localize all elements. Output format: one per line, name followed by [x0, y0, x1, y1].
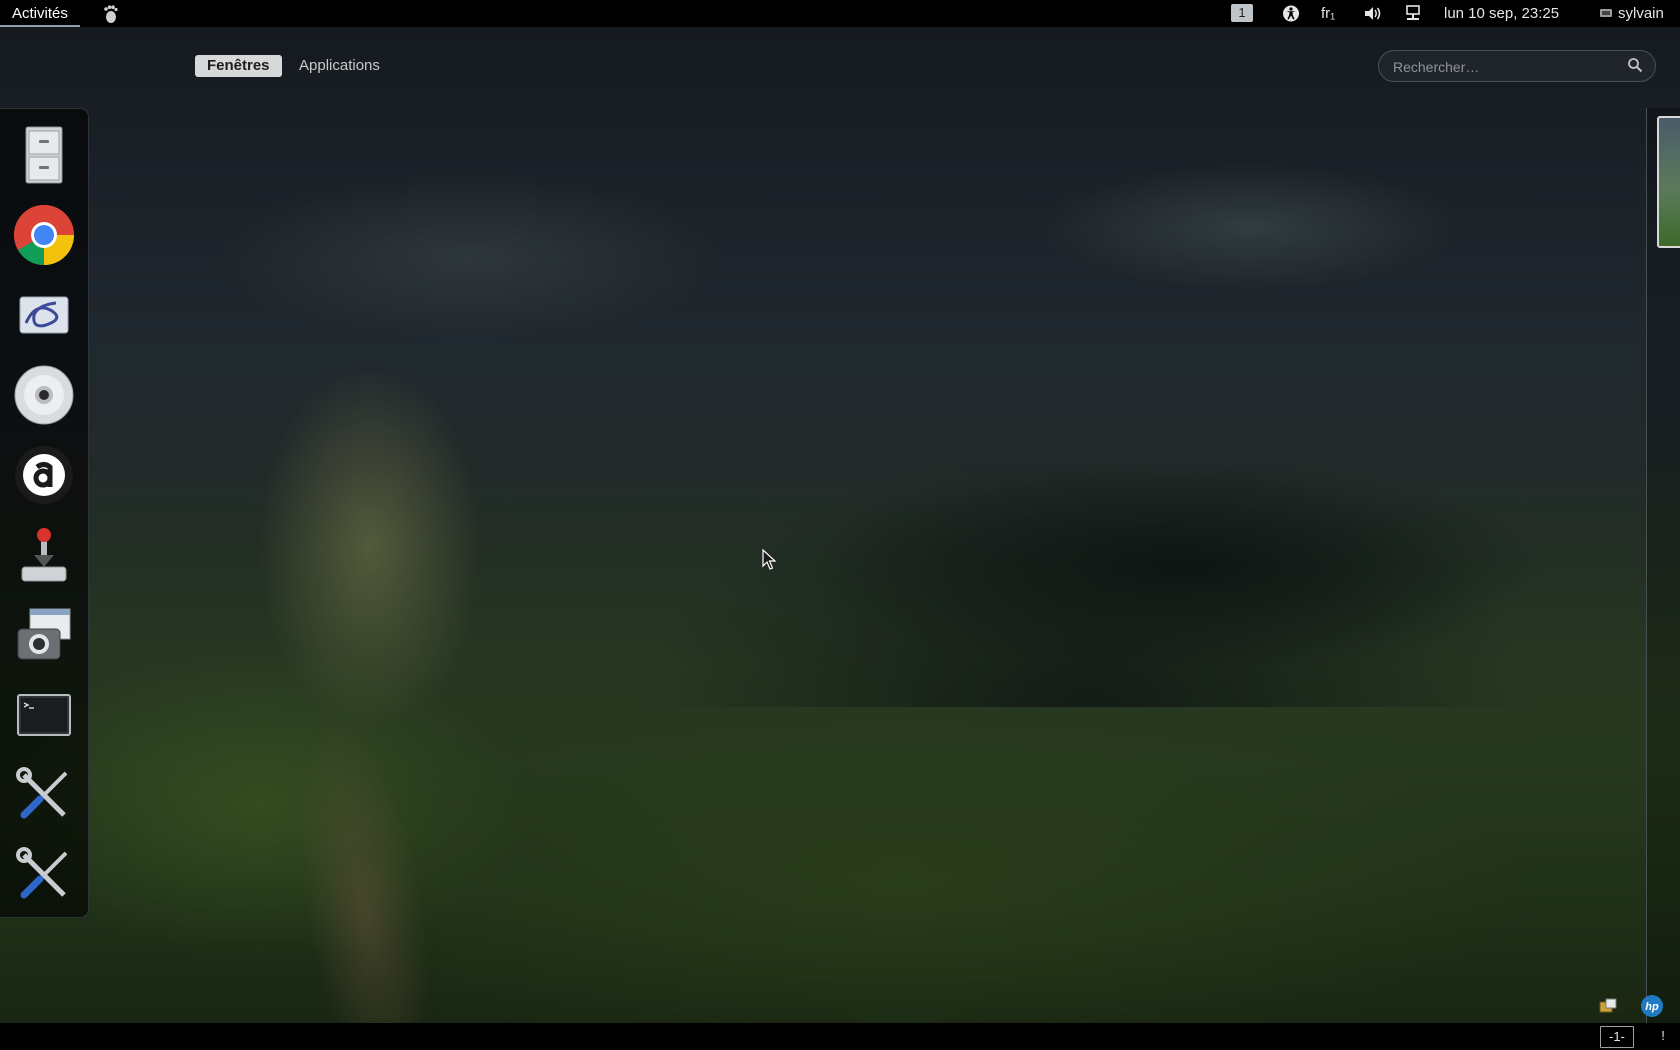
overview-dim-overlay — [0, 27, 1680, 1023]
file-cabinet-icon — [25, 126, 63, 184]
message-tray-indicator[interactable]: ! — [1658, 1026, 1668, 1046]
tools-icon — [16, 847, 68, 899]
mouse-cursor-icon — [762, 549, 776, 570]
dash — [0, 108, 89, 918]
dash-item-tools-1[interactable] — [12, 763, 76, 827]
joystick-installer-icon — [21, 528, 67, 582]
dash-item-files[interactable] — [12, 123, 76, 187]
dash-item-tools-2[interactable] — [12, 843, 76, 907]
workspace-indicator[interactable]: 1 — [1231, 4, 1253, 22]
desktop-wallpaper — [0, 27, 1680, 1037]
bottom-bar — [0, 1023, 1680, 1050]
svg-text:hp: hp — [1645, 1001, 1659, 1013]
keyboard-layout-indicator[interactable]: fr₁ — [1321, 0, 1335, 27]
search-input[interactable] — [1391, 55, 1615, 79]
dash-item-a-app[interactable] — [12, 443, 76, 507]
workspace-switch-indicator[interactable]: -1- — [1600, 1026, 1634, 1048]
dash-item-screenshot[interactable] — [12, 603, 76, 667]
dash-item-terminal[interactable] — [12, 683, 76, 747]
disc-icon — [14, 365, 74, 425]
network-icon[interactable] — [1402, 0, 1424, 27]
tab-windows[interactable]: Fenêtres — [195, 55, 282, 77]
hp-icon[interactable]: hp — [1640, 994, 1664, 1018]
gnome-foot-icon[interactable] — [100, 0, 120, 27]
a-letter-app-icon — [15, 446, 73, 504]
tools-icon — [16, 767, 68, 819]
activities-button[interactable]: Activités — [0, 0, 80, 27]
dash-item-disc[interactable] — [12, 363, 76, 427]
terminal-icon — [17, 694, 71, 736]
accessibility-icon[interactable] — [1280, 0, 1302, 27]
desktop: Activités 1 fr₁ lun 10 sep, 23:25 sylvai… — [0, 0, 1680, 1050]
search-box[interactable] — [1378, 50, 1656, 82]
workspace-thumbnail[interactable] — [1657, 116, 1680, 248]
workspace-thumbnails — [1646, 108, 1680, 1024]
user-status-icon[interactable] — [1598, 0, 1614, 27]
user-menu[interactable]: sylvain — [1618, 0, 1664, 27]
clock[interactable]: lun 10 sep, 23:25 — [1444, 0, 1559, 27]
swirl-app-icon — [19, 296, 69, 334]
tray-app-icon[interactable] — [1598, 996, 1618, 1016]
top-bar: Activités 1 fr₁ lun 10 sep, 23:25 sylvai… — [0, 0, 1680, 27]
dash-item-installer[interactable] — [12, 523, 76, 587]
screenshot-camera-icon — [17, 608, 71, 660]
tab-applications[interactable]: Applications — [287, 55, 392, 77]
volume-icon[interactable] — [1362, 0, 1384, 27]
dash-item-swirl-app[interactable] — [12, 283, 76, 347]
dash-item-chrome[interactable] — [12, 203, 76, 267]
chrome-icon — [13, 205, 75, 266]
search-icon — [1628, 58, 1643, 73]
